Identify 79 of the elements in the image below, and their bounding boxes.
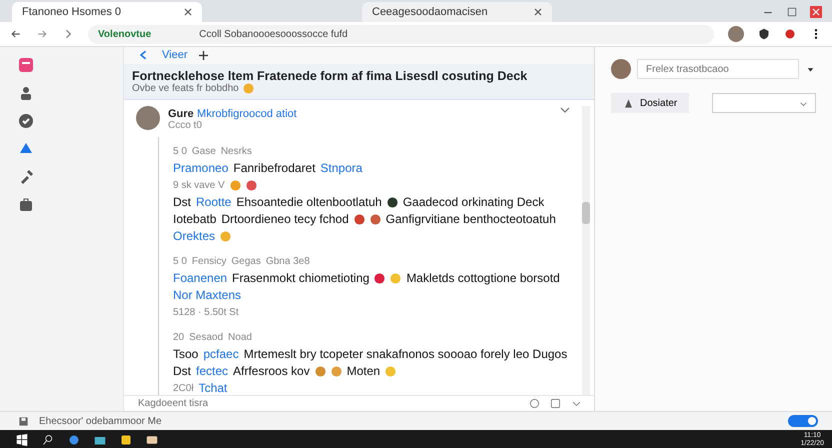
meta-text: Gbna 3e8 xyxy=(266,254,310,268)
meta-text: Noad xyxy=(228,330,252,344)
folder-icon[interactable] xyxy=(94,434,106,446)
person-icon[interactable] xyxy=(18,85,34,101)
shield-icon[interactable] xyxy=(758,28,770,40)
comment-icon[interactable] xyxy=(550,398,561,409)
meta-text: 20 xyxy=(173,330,184,344)
search-field[interactable]: Frelex trasotbcaoo xyxy=(637,59,799,79)
message-text: Frasenmokt chiometioting xyxy=(232,272,370,285)
avatar-icon xyxy=(136,106,160,130)
scrollbar-thumb[interactable] xyxy=(582,202,590,224)
meta-text: 5128 · 5.50t St xyxy=(173,306,239,319)
user-link[interactable]: pcfaec xyxy=(203,348,239,361)
save-icon[interactable] xyxy=(18,416,29,426)
close-icon[interactable] xyxy=(810,6,822,18)
forward-icon[interactable] xyxy=(36,28,48,40)
emoji-icon xyxy=(242,82,254,94)
user-link[interactable]: Tchat xyxy=(198,382,228,395)
chevron-down-icon[interactable] xyxy=(560,106,570,114)
message-text: Gaadecod orkinating Deck xyxy=(402,196,544,209)
message-text: Tsoo xyxy=(173,348,198,361)
message-text: Dst xyxy=(173,196,191,209)
meta-text: Fensicy xyxy=(192,254,226,268)
message-text: Fanribefrodaret xyxy=(233,162,316,175)
close-icon[interactable] xyxy=(184,8,192,16)
note-icon[interactable] xyxy=(18,57,34,73)
status-text: Ehecsoor' odebammoor Me xyxy=(39,416,162,426)
meta-text: Gase xyxy=(192,144,216,158)
message-text: Moten xyxy=(346,364,380,378)
emoji-icon[interactable] xyxy=(529,398,540,409)
windows-icon[interactable] xyxy=(16,434,28,446)
meta-text: 5 0 xyxy=(173,144,187,158)
user-link[interactable]: fectec xyxy=(196,364,228,378)
badge-icon[interactable] xyxy=(784,28,796,40)
avatar-icon[interactable] xyxy=(728,26,744,42)
author-name[interactable]: Gure xyxy=(168,108,194,120)
triangle-icon xyxy=(623,98,634,108)
app-icon[interactable] xyxy=(146,434,158,446)
reply-field[interactable]: Kagdoeent tisra xyxy=(136,396,519,410)
message-text: Makletds cottogtione borsotd xyxy=(406,272,560,285)
thread-subtitle: Ovbe ve feats fr bobdho xyxy=(132,82,239,94)
toggle-switch[interactable] xyxy=(788,415,818,427)
user-link[interactable]: Pramoneo xyxy=(173,162,228,175)
post-meta: Mkrobfigroocod atiot xyxy=(197,108,297,120)
maximize-icon[interactable] xyxy=(786,6,798,18)
user-link[interactable]: Stnpora xyxy=(320,162,362,175)
message-text: Drtoordieneo tecy fchod xyxy=(221,212,349,226)
close-icon[interactable] xyxy=(534,8,542,16)
briefcase-icon[interactable] xyxy=(18,197,34,213)
check-circle-icon[interactable] xyxy=(18,113,34,129)
meta-text: 9 sk vave V xyxy=(173,178,225,192)
view-tab[interactable]: Vieer xyxy=(162,49,188,62)
browser-tab[interactable]: Ceeagesoodaomacisen xyxy=(362,2,552,22)
user-link[interactable]: Nor Maxtens xyxy=(173,288,242,302)
post-time: Ccco t0 xyxy=(168,120,203,131)
meta-text: Gegas xyxy=(231,254,261,268)
avatar-icon xyxy=(611,59,631,79)
message-text: Afrfesroos kov xyxy=(233,364,310,378)
address-bar[interactable]: Volenovtue Ccoll Sobanoooesooossocce fufd xyxy=(88,24,714,44)
side-button[interactable]: Dosiater xyxy=(611,93,690,113)
message-text: Ehsoantedie oltenbootlatuh xyxy=(236,196,382,209)
meta-text: 2C0ł xyxy=(173,382,194,395)
user-link[interactable]: Rootte xyxy=(196,196,232,209)
meta-text: Nesrks xyxy=(220,144,252,158)
meta-text: Sesaod xyxy=(189,330,224,344)
message-text: Iotebatb xyxy=(173,212,216,226)
user-link[interactable]: Foanenen xyxy=(173,272,228,285)
message-text: Dst xyxy=(173,364,191,378)
search-icon[interactable] xyxy=(42,434,54,446)
message-text: Mrtemeslt bry tcopeter snakafnonos soooao forely leo Dugos xyxy=(244,348,568,361)
app-icon[interactable] xyxy=(120,434,132,446)
meta-text: 5 0 xyxy=(173,254,187,268)
add-icon[interactable] xyxy=(199,50,208,60)
thread-title: Fortnecklehose ltem Fratenede form af fima Lisesdl cosuting Deck xyxy=(132,68,528,83)
app-icon[interactable] xyxy=(68,434,80,446)
browser-tab[interactable]: Ftanoneo Hsomes 0 xyxy=(12,2,202,22)
message-text: Ganfigrvitiane benthocteotoatuh xyxy=(386,212,556,226)
user-link[interactable]: Orektes xyxy=(173,230,216,243)
back-icon[interactable] xyxy=(10,28,22,40)
